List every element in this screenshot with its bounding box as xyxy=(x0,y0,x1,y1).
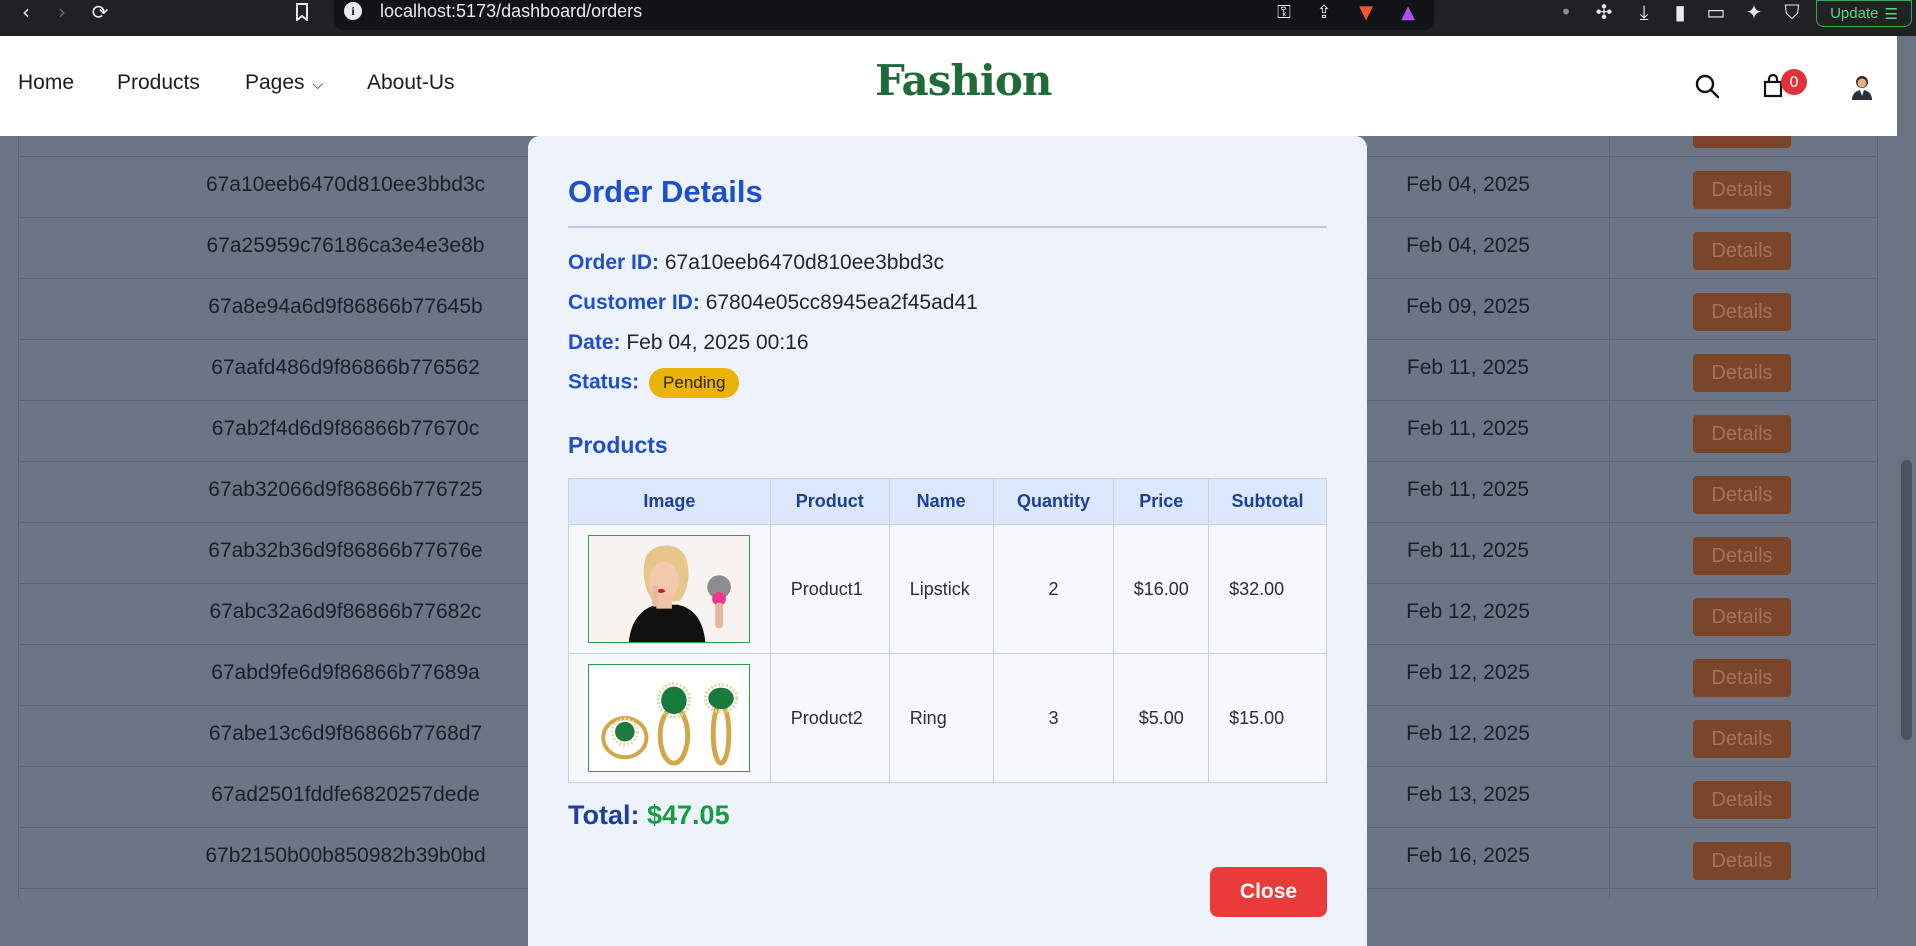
details-button[interactable]: Details xyxy=(1693,171,1791,209)
brave-shield-icon[interactable]: ▼ xyxy=(1352,0,1380,24)
table-header-row: Image Product Name Quantity Price Subtot… xyxy=(568,478,1327,525)
user-avatar-icon[interactable] xyxy=(1849,73,1879,103)
rewards-icon[interactable]: ▲ xyxy=(1394,0,1422,24)
customer-id-label: Customer ID: xyxy=(568,291,700,314)
menu-icon: ☰ xyxy=(1884,5,1898,23)
details-button[interactable]: Details xyxy=(1693,781,1791,819)
lipstick-product-image xyxy=(588,535,751,643)
details-button[interactable]: Details xyxy=(1693,537,1791,575)
column-header: Name xyxy=(888,478,994,525)
details-button[interactable]: Details xyxy=(1693,659,1791,697)
date-label: Date: xyxy=(568,331,621,354)
status-badge: Pending xyxy=(649,368,740,398)
order-id-value: 67a10eeb6470d810ee3bbd3c xyxy=(664,251,944,274)
ring-product-image xyxy=(588,664,751,772)
products-table: Image Product Name Quantity Price Subtot… xyxy=(568,478,1327,783)
sidebar-icon[interactable]: ▮ xyxy=(1666,0,1694,24)
date-row: Date: Feb 04, 2025 00:16 xyxy=(568,331,809,355)
details-button[interactable]: Details xyxy=(1693,842,1791,880)
update-label: Update xyxy=(1830,5,1879,22)
quantity-cell: 2 xyxy=(992,524,1115,654)
nav-home[interactable]: Home xyxy=(18,71,74,95)
image-cell xyxy=(568,653,771,783)
modal-title: Order Details xyxy=(568,174,763,209)
quantity-cell: 3 xyxy=(992,653,1115,783)
download-icon[interactable]: ⤓ xyxy=(1630,0,1658,24)
nav-about[interactable]: About-Us xyxy=(367,71,455,95)
title-divider xyxy=(568,226,1327,228)
image-cell xyxy=(568,524,771,654)
subtotal-cell: $32.00 xyxy=(1208,524,1327,654)
browser-toolbar: ‹ › ⟳ i localhost:5173/dashboard/orders … xyxy=(0,0,1916,36)
column-header: Subtotal xyxy=(1208,478,1327,525)
product-cell: Product1 xyxy=(769,524,890,654)
order-id-row: Order ID: 67a10eeb6470d810ee3bbd3c xyxy=(568,251,944,275)
details-button[interactable]: Details xyxy=(1693,598,1791,636)
name-cell: Lipstick xyxy=(888,524,994,654)
scrollbar-thumb[interactable] xyxy=(1901,460,1912,740)
nav-pages-label: Pages xyxy=(245,71,305,94)
brand-logo[interactable]: Fashion xyxy=(875,56,1052,105)
search-icon[interactable] xyxy=(1694,73,1724,103)
extensions-icon[interactable]: ✣ xyxy=(1590,0,1618,24)
url-text: localhost:5173/dashboard/orders xyxy=(380,1,643,21)
back-icon[interactable]: ‹ xyxy=(12,0,40,24)
nav-pages[interactable]: Pages ⌵ xyxy=(245,71,323,95)
column-header: Product xyxy=(769,478,890,525)
details-button[interactable]: Details xyxy=(1693,720,1791,758)
customer-id-row: Customer ID: 67804e05cc8945ea2f45ad41 xyxy=(568,291,978,315)
column-header: Price xyxy=(1113,478,1210,525)
bookmark-icon[interactable] xyxy=(288,0,316,24)
leo-icon[interactable]: ✦ xyxy=(1740,0,1768,24)
reload-icon[interactable]: ⟳ xyxy=(86,0,114,24)
order-details-modal: Order Details Order ID: 67a10eeb6470d810… xyxy=(528,136,1367,946)
extension-puzzle-dot-icon[interactable]: • xyxy=(1552,0,1580,24)
cart-count-badge: 0 xyxy=(1781,69,1807,95)
status-label: Status: xyxy=(568,370,640,394)
vpn-icon[interactable]: ⛉ xyxy=(1778,0,1806,24)
chevron-down-icon: ⌵ xyxy=(312,76,324,92)
column-header: Quantity xyxy=(992,478,1115,525)
address-bar[interactable]: i localhost:5173/dashboard/orders ⚿ ⇪ ▼ … xyxy=(334,0,1434,30)
key-icon[interactable]: ⚿ xyxy=(1270,0,1298,24)
site-navbar: Home Products Pages ⌵ About-Us Fashion 0 xyxy=(0,36,1897,136)
update-button[interactable]: Update ☰ xyxy=(1816,0,1912,27)
table-row: Product1 Lipstick 2 $16.00 $32.00 xyxy=(568,524,1327,654)
date-value: Feb 04, 2025 00:16 xyxy=(626,331,809,354)
share-icon[interactable]: ⇪ xyxy=(1310,0,1338,24)
details-button[interactable]: Details xyxy=(1693,232,1791,270)
nav-products[interactable]: Products xyxy=(117,71,200,95)
price-cell: $5.00 xyxy=(1113,653,1210,783)
price-cell: $16.00 xyxy=(1113,524,1210,654)
name-cell: Ring xyxy=(888,653,994,783)
column-header: Image xyxy=(568,478,771,525)
total-label: Total: xyxy=(568,800,640,830)
table-row: Product2 Ring 3 $5.00 $15.00 xyxy=(568,653,1327,783)
details-button[interactable]: Details xyxy=(1693,293,1791,331)
subtotal-cell: $15.00 xyxy=(1208,653,1327,783)
order-total: Total: $47.05 xyxy=(568,800,730,831)
forward-icon[interactable]: › xyxy=(48,0,76,24)
details-button[interactable]: Details xyxy=(1693,354,1791,392)
site-info-icon[interactable]: i xyxy=(344,2,362,20)
products-heading: Products xyxy=(568,432,668,458)
details-button[interactable]: Details xyxy=(1693,476,1791,514)
details-button[interactable]: Details xyxy=(1693,415,1791,453)
status-row: Status: Pending xyxy=(568,368,740,398)
total-value: $47.05 xyxy=(647,800,730,830)
order-id-label: Order ID: xyxy=(568,251,660,274)
close-button[interactable]: Close xyxy=(1210,867,1327,917)
customer-id-value: 67804e05cc8945ea2f45ad41 xyxy=(705,291,978,314)
product-cell: Product2 xyxy=(769,653,890,783)
wallet-icon[interactable]: ▭ xyxy=(1702,0,1730,24)
